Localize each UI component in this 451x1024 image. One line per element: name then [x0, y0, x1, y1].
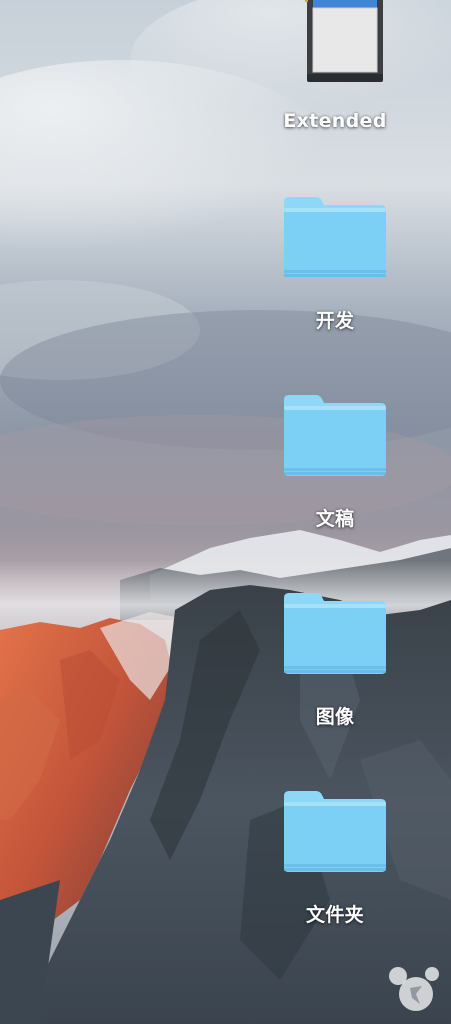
desktop-icon-folder-kaifa[interactable]: 开发	[265, 196, 405, 333]
desktop-icon-folder-wenjianjia[interactable]: 文件夹	[265, 790, 405, 927]
desktop-icon-label: 图像	[315, 706, 355, 728]
watermark-logo-icon	[389, 967, 439, 1011]
desktop-icon-folder-wengao[interactable]: 文稿	[265, 394, 405, 531]
folder-icon	[280, 592, 390, 680]
desktop-icon-folder-tuxiang[interactable]: 图像	[265, 592, 405, 729]
desktop-icon-label: 文稿	[315, 508, 355, 530]
folder-icon	[280, 196, 390, 284]
desktop-icon-label: 文件夹	[306, 904, 364, 926]
desktop-icon-extended[interactable]: Extended	[265, 0, 405, 132]
sd-card-drive-icon	[280, 0, 390, 88]
desktop-icon-label: Extended	[283, 110, 387, 132]
folder-icon	[280, 394, 390, 482]
desktop-icon-label: 开发	[315, 310, 355, 332]
folder-icon	[280, 790, 390, 878]
